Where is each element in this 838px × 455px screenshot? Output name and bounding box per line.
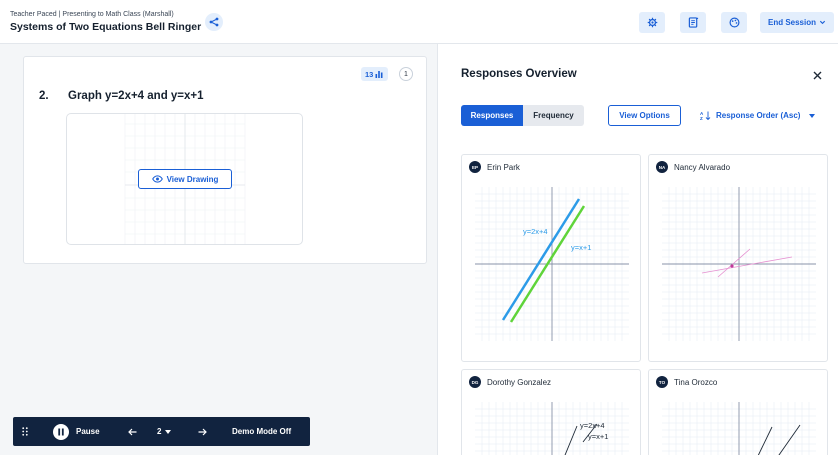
tab-responses[interactable]: Responses [461,105,523,126]
presentation-toolbar: Pause 2 Demo Mode Off [13,417,310,446]
responses-panel: Responses Overview Responses Frequency V… [437,44,838,455]
share-button[interactable] [205,13,223,31]
question-badge: 1 [399,67,413,81]
current-item: 2 [157,427,162,436]
student-name: Tina Orozco [674,377,718,387]
response-count-badge[interactable]: 13 [361,67,389,81]
response-graph: y=2x+4 y=x+1 [475,187,629,341]
line-blue [501,198,581,321]
gear-icon [647,17,657,28]
drag-handle-icon [22,427,28,436]
response-card[interactable]: TO Tina Orozco [648,369,828,455]
response-count: 13 [365,69,374,79]
chevron-down-icon [819,20,826,25]
eye-icon [151,175,163,183]
view-options-button[interactable]: View Options [608,105,681,126]
item-selector[interactable]: 2 [157,417,172,446]
response-graph [662,402,816,455]
student-name: Nancy Alvarado [674,162,731,172]
equation-label: y=x+1 [571,243,591,252]
equation-label: y=x+1 [588,432,608,441]
view-toggle: Responses Frequency [461,105,584,126]
report-button[interactable] [680,12,706,33]
arrow-left-icon [128,428,137,435]
response-header: DG Dorothy Gonzalez [469,376,551,388]
response-header: NA Nancy Alvarado [656,161,730,173]
avatar: TO [656,376,668,388]
settings-button[interactable] [639,12,665,33]
question-card: 13 1 2. Graph y=2x+4 and y=x+1 View Draw… [23,56,427,264]
avatar: DG [469,376,481,388]
sort-dropdown[interactable]: A Z Response Order (Asc) [700,105,816,126]
student-name: Erin Park [487,162,520,172]
sort-label: Response Order (Asc) [716,111,801,120]
close-panel-button[interactable] [813,68,822,83]
pause-icon [53,423,69,440]
response-card[interactable]: DG Dorothy Gonzalez y=2x+4 y=x+1 [461,369,641,455]
response-graph [662,187,816,341]
response-card[interactable]: EP Erin Park y=2x+4 y=x+1 [461,154,641,362]
bar-chart-icon [375,71,383,78]
panel-title: Responses Overview [461,68,577,80]
svg-text:Z: Z [700,116,703,120]
pause-label: Pause [76,427,100,436]
top-bar: Teacher Paced | Presenting to Math Class… [0,0,838,44]
drag-handle[interactable] [22,417,28,446]
session-title: Systems of Two Equations Bell Ringer [10,21,202,33]
equation-label: y=2x+4 [580,421,605,430]
document-icon [688,17,698,28]
response-header: EP Erin Park [469,161,520,173]
end-session-label: End Session [767,18,816,27]
caret-down-icon [809,113,816,118]
student-name: Dorothy Gonzalez [487,377,552,387]
tab-frequency[interactable]: Frequency [523,105,584,126]
view-drawing-button[interactable]: View Drawing [138,169,232,189]
drawing-preview: View Drawing [66,113,303,245]
avatar: NA [656,161,668,173]
pause-button[interactable]: Pause [53,417,100,446]
response-card[interactable]: NA Nancy Alvarado [648,154,828,362]
caret-down-icon [165,429,172,434]
equation-label: y=2x+4 [523,227,548,236]
palette-icon [729,17,739,28]
theme-button[interactable] [721,12,747,33]
share-icon [209,17,219,27]
avatar: EP [469,161,481,173]
end-session-button[interactable]: End Session [760,12,834,33]
next-button[interactable] [198,417,207,446]
arrow-right-icon [198,428,207,435]
sort-az-icon: A Z [700,111,711,120]
response-header: TO Tina Orozco [656,376,717,388]
demo-mode-button[interactable]: Demo Mode Off [232,417,291,446]
close-icon [813,71,822,80]
view-drawing-label: View Drawing [166,174,219,184]
question-text: Graph y=2x+4 and y=x+1 [68,90,204,102]
previous-button[interactable] [128,417,137,446]
question-number: 2. [39,90,49,102]
response-graph: y=2x+4 y=x+1 [475,402,629,455]
session-subtitle: Teacher Paced | Presenting to Math Class… [10,11,174,18]
